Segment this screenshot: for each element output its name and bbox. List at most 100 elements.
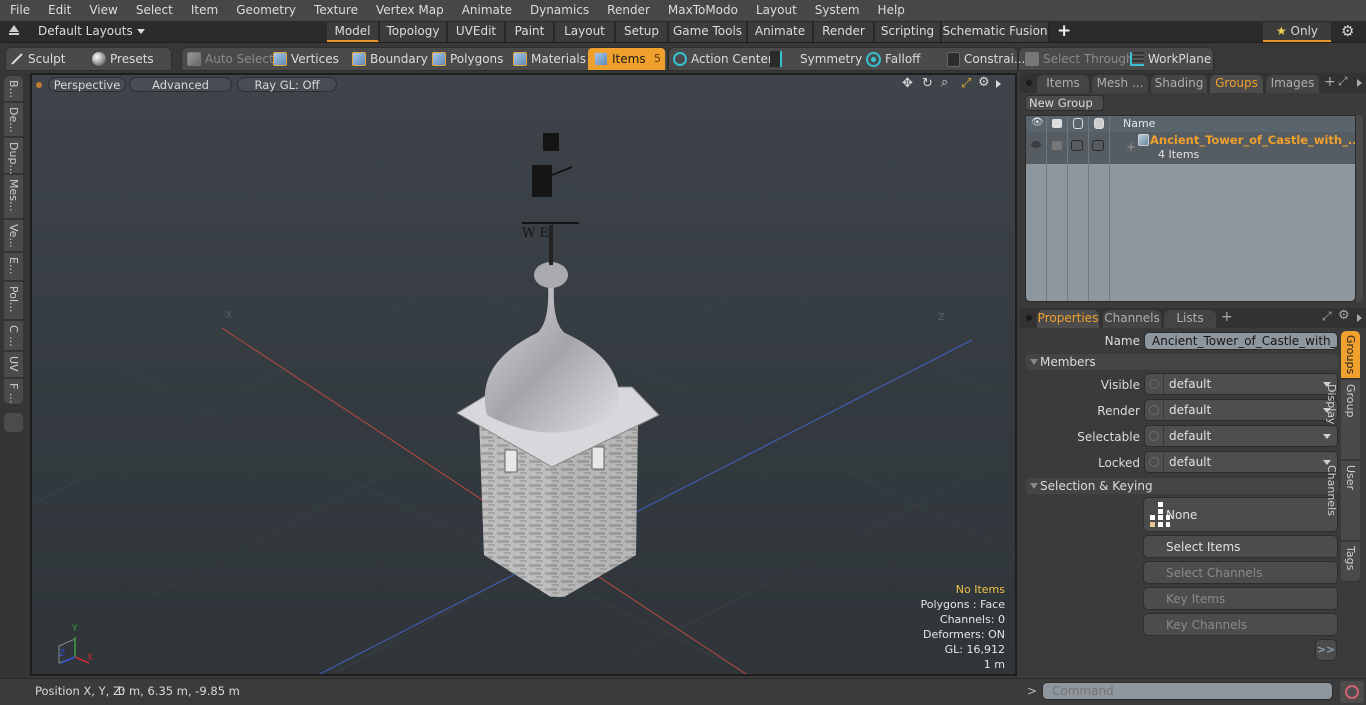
left-tab-deform[interactable]: De... <box>4 103 23 137</box>
tab-mesh[interactable]: Mesh ... <box>1092 75 1148 93</box>
menu-dynamics[interactable]: Dynamics <box>520 0 597 21</box>
new-group-button[interactable]: New Group <box>1025 95 1104 111</box>
tab-render[interactable]: Render <box>814 22 874 42</box>
menu-view[interactable]: View <box>79 0 125 21</box>
collapse-icon[interactable] <box>9 25 19 32</box>
render-camera-icon[interactable] <box>1052 119 1062 128</box>
key-items-button[interactable]: Key Items <box>1143 587 1338 610</box>
tab-properties[interactable]: Properties <box>1037 310 1099 328</box>
constraints-button[interactable]: Constrai... <box>947 48 1025 70</box>
side-tab-user-channels[interactable]: User Channels <box>1325 461 1360 541</box>
menu-file[interactable]: File <box>0 0 38 21</box>
tab-schematic-fusion[interactable]: Schematic Fusion <box>942 22 1049 42</box>
tab-paint[interactable]: Paint <box>506 22 554 42</box>
properties-more-icon[interactable] <box>1357 314 1362 322</box>
menu-edit[interactable]: Edit <box>38 0 79 21</box>
tab-scripting[interactable]: Scripting <box>875 22 941 42</box>
raygl-button[interactable]: Ray GL: Off <box>237 77 337 92</box>
fit-view-icon[interactable]: ⤢ <box>961 76 971 91</box>
vertices-button[interactable]: Vertices 1 <box>273 48 358 70</box>
more-button[interactable]: >> <box>1315 639 1337 661</box>
left-tab-vertex[interactable]: Ve... <box>4 220 23 252</box>
menu-texture[interactable]: Texture <box>304 0 366 21</box>
presets-button[interactable]: Presets <box>92 48 154 70</box>
visible-radio[interactable] <box>1149 379 1159 389</box>
menu-select[interactable]: Select <box>126 0 181 21</box>
menu-system[interactable]: System <box>805 0 868 21</box>
advanced-button[interactable]: Advanced <box>129 77 232 92</box>
selectable-dropdown[interactable]: default <box>1144 425 1338 447</box>
tower-model[interactable]: W E <box>456 133 660 597</box>
tab-animate[interactable]: Animate <box>748 22 813 42</box>
menu-geometry[interactable]: Geometry <box>226 0 304 21</box>
menu-item[interactable]: Item <box>181 0 226 21</box>
lock-cube-icon[interactable] <box>1073 118 1083 129</box>
viewport-gear-icon[interactable]: ⚙ <box>978 75 990 90</box>
menu-layout[interactable]: Layout <box>746 0 805 21</box>
perspective-button[interactable]: Perspective <box>48 77 126 92</box>
select-cube-icon[interactable] <box>1094 118 1104 129</box>
tab-setup[interactable]: Setup <box>616 22 668 42</box>
falloff-button[interactable]: Falloff <box>866 48 920 70</box>
add-properties-tab-icon[interactable]: + <box>1221 309 1233 325</box>
tab-layout[interactable]: Layout <box>555 22 615 42</box>
side-tab-groups[interactable]: Groups <box>1341 331 1360 379</box>
add-tab-icon[interactable]: + <box>1324 74 1336 90</box>
materials-button[interactable]: Materials <box>513 48 586 70</box>
none-button[interactable]: None <box>1143 497 1338 532</box>
selection-keying-section[interactable]: Selection & Keying <box>1026 478 1338 494</box>
locked-dropdown[interactable]: default <box>1144 451 1338 473</box>
properties-expand-icon[interactable]: ⤢ <box>1322 309 1332 324</box>
left-tab-mesh-edit[interactable]: Mes... <box>4 175 23 219</box>
zoom-view-icon[interactable]: ⌕ <box>941 75 948 90</box>
panel-dot-icon[interactable] <box>1026 80 1032 86</box>
3d-viewport[interactable]: -X Z W E Y X Z Perspective Advanced Ray … <box>30 73 1017 676</box>
layouts-dropdown[interactable]: Default Layouts <box>38 24 145 38</box>
render-dropdown[interactable]: default <box>1144 399 1338 421</box>
left-tab-basic[interactable]: B... <box>4 76 23 102</box>
panel-more-icon[interactable] <box>1357 79 1362 87</box>
properties-dot-icon[interactable] <box>1026 315 1032 321</box>
polygons-button[interactable]: Polygons <box>432 48 503 70</box>
menu-maxtomodo[interactable]: MaxToModo <box>658 0 746 21</box>
tab-topology[interactable]: Topology <box>380 22 447 42</box>
properties-gear-icon[interactable]: ⚙ <box>1338 308 1350 323</box>
viewport-status-dot[interactable] <box>36 82 42 88</box>
auto-select-button[interactable]: Auto Select <box>187 48 274 70</box>
menu-animate[interactable]: Animate <box>452 0 520 21</box>
left-tab-edge[interactable]: E... <box>4 253 23 281</box>
left-tab-uv[interactable]: UV <box>4 352 23 378</box>
tab-items[interactable]: Items <box>1037 75 1089 93</box>
members-section[interactable]: Members <box>1026 354 1338 370</box>
key-channels-button[interactable]: Key Channels <box>1143 613 1338 636</box>
left-tab-duplicate[interactable]: Dup... <box>4 138 23 175</box>
tab-lists[interactable]: Lists <box>1164 310 1216 328</box>
side-tab-group-display[interactable]: Group Display <box>1325 380 1360 460</box>
tab-uvedit[interactable]: UVEdit <box>448 22 505 42</box>
menu-vertex-map[interactable]: Vertex Map <box>366 0 452 21</box>
boundary-button[interactable]: Boundary <box>352 48 428 70</box>
tab-images[interactable]: Images <box>1266 75 1319 93</box>
tab-model[interactable]: Model <box>327 22 379 42</box>
select-through-button[interactable]: Select Through <box>1025 48 1134 70</box>
row-lock-checkbox[interactable] <box>1071 140 1083 151</box>
locked-radio[interactable] <box>1149 457 1159 467</box>
select-items-button[interactable]: Select Items <box>1143 535 1338 558</box>
expand-icon[interactable]: ⤢ <box>1338 74 1348 89</box>
workplane-button[interactable]: WorkPlane <box>1130 48 1211 70</box>
visible-dropdown[interactable]: default <box>1144 373 1338 395</box>
add-layout-button[interactable]: + <box>1057 21 1071 41</box>
side-tab-tags[interactable]: Tags <box>1341 542 1360 582</box>
menu-render[interactable]: Render <box>597 0 658 21</box>
tab-channels[interactable]: Channels <box>1103 310 1161 328</box>
symmetry-button[interactable]: Symmetry <box>770 48 862 70</box>
move-view-icon[interactable]: ✥ <box>902 76 913 91</box>
tab-shading[interactable]: Shading <box>1151 75 1207 93</box>
viewport-more-icon[interactable] <box>996 80 1001 88</box>
items-button[interactable]: Items 5 <box>588 48 665 70</box>
sculpt-button[interactable]: Sculpt <box>10 48 65 70</box>
command-input[interactable] <box>1042 682 1333 700</box>
action-center-button[interactable]: Action Center <box>673 48 773 70</box>
record-button[interactable] <box>1340 681 1364 703</box>
row-eye-icon[interactable] <box>1031 141 1041 148</box>
